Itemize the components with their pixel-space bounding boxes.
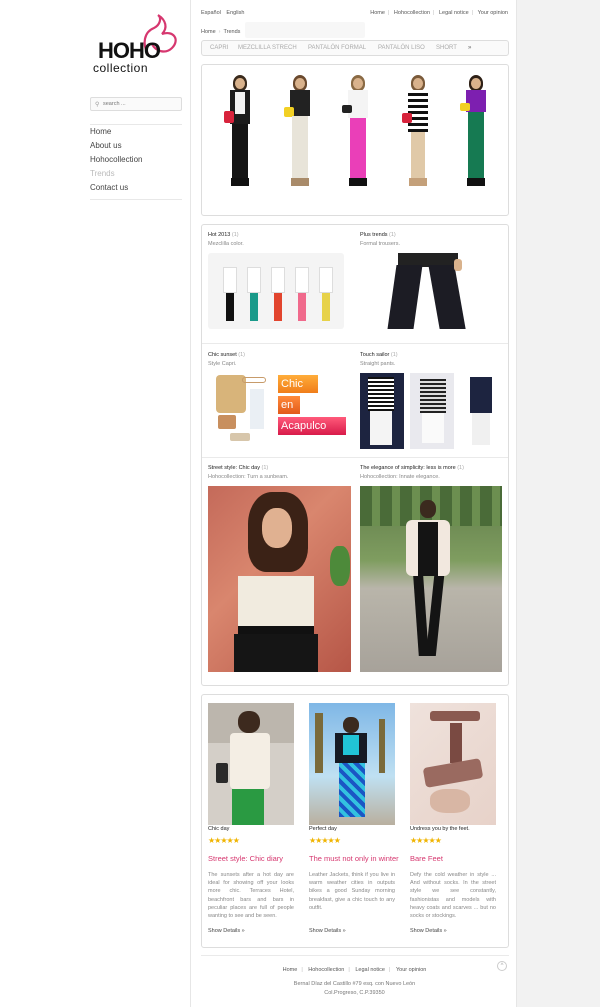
grid-item-image[interactable] bbox=[360, 373, 502, 449]
main-column: Español English Home | Hohocollection | Le… bbox=[190, 0, 517, 1007]
article-card-text: The sunsets after a hot day are ideal fo… bbox=[208, 872, 294, 920]
breadcrumb-home[interactable]: Home bbox=[201, 29, 216, 35]
breadcrumb-current: Trends bbox=[223, 29, 241, 35]
show-details-link[interactable]: Show Details » bbox=[410, 928, 447, 934]
article-card-image[interactable] bbox=[410, 703, 496, 825]
grid-item-image[interactable] bbox=[208, 253, 344, 329]
search-input[interactable] bbox=[103, 99, 179, 109]
grid-item-title[interactable]: Hot 2013 (1) bbox=[208, 232, 239, 238]
rating-stars-icon: ★★★★★ bbox=[208, 836, 240, 845]
language-switcher: Español English bbox=[201, 10, 248, 16]
model-figure bbox=[338, 75, 378, 190]
breadcrumb: Home › Trends bbox=[201, 29, 240, 35]
grid-item-title[interactable]: Touch sailor (1) bbox=[360, 352, 398, 358]
article-card-heading[interactable]: Street style: Chic diary bbox=[208, 854, 283, 863]
footer-links: Home | Hohocollection | Legal notice | Your… bbox=[191, 967, 518, 973]
article-card-image[interactable] bbox=[309, 703, 395, 825]
model-figure bbox=[220, 75, 260, 190]
footer-address: Col.Progreso, C.P.39350 bbox=[324, 990, 385, 996]
divider: | bbox=[348, 967, 350, 973]
grid-item-image[interactable]: Chic en Acapulco bbox=[208, 373, 350, 449]
grid-item-title[interactable]: Chic sunset (1) bbox=[208, 352, 245, 358]
grid-item-image[interactable] bbox=[208, 486, 351, 672]
sidebar-item-about[interactable]: About us bbox=[90, 139, 182, 153]
grid-item-subtitle: Straight pants. bbox=[360, 361, 396, 367]
top-links: Home | Hohocollection | Legal notice | Your… bbox=[367, 10, 508, 16]
breadcrumb-separator-icon: › bbox=[218, 29, 221, 35]
sidebar-item-trends[interactable]: Trends bbox=[90, 167, 182, 181]
promo-word: en bbox=[278, 396, 300, 414]
show-details-link[interactable]: Show Details » bbox=[309, 928, 346, 934]
tabs-more-icon[interactable]: » bbox=[468, 45, 471, 51]
footer-link-home[interactable]: Home bbox=[283, 967, 298, 973]
article-card-heading[interactable]: The must not only in winter bbox=[309, 854, 399, 863]
grid-item-subtitle: Style Capri. bbox=[208, 361, 237, 367]
footer-divider bbox=[201, 955, 509, 956]
lang-english[interactable]: English bbox=[226, 10, 244, 16]
footer-link-opinion[interactable]: Your opinion bbox=[396, 967, 426, 973]
top-link-legal[interactable]: Legal notice bbox=[439, 10, 469, 16]
tab-capri[interactable]: CAPRI bbox=[210, 45, 228, 51]
article-card-text: Defy the cold weather in style ... And w… bbox=[410, 872, 496, 920]
grid-item-title[interactable]: The elegance of simplicity: less is more… bbox=[360, 465, 464, 471]
article-card-image[interactable] bbox=[208, 703, 294, 825]
sidebar-divider bbox=[90, 199, 182, 200]
rating-stars-icon: ★★★★★ bbox=[309, 836, 341, 845]
brand-logo[interactable]: HOHO collection bbox=[92, 14, 184, 76]
category-tabs: CAPRI MEZCLILLA STRECH PANTALÓN FORMAL P… bbox=[201, 40, 509, 56]
article-card-text: Leather Jackets, think if you live in wa… bbox=[309, 872, 395, 911]
left-sidebar: HOHO collection ⚲ Home About us Hohocoll… bbox=[0, 0, 190, 1007]
logo-subtext: collection bbox=[93, 61, 149, 75]
footer-link-hohocollection[interactable]: Hohocollection bbox=[308, 967, 344, 973]
divider: | bbox=[471, 10, 474, 16]
tab-pantalon-formal[interactable]: PANTALÓN FORMAL bbox=[308, 45, 366, 51]
promo-word: Chic bbox=[278, 375, 318, 393]
rating-stars-icon: ★★★★★ bbox=[410, 836, 442, 845]
grid-item-title[interactable]: Street style: Chic day (1) bbox=[208, 465, 268, 471]
model-figure bbox=[280, 75, 320, 190]
lang-spanish[interactable]: Español bbox=[201, 10, 221, 16]
divider: | bbox=[389, 967, 391, 973]
divider bbox=[202, 343, 508, 344]
top-link-opinion[interactable]: Your opinion bbox=[478, 10, 508, 16]
sidebar-item-hohocollection[interactable]: Hohocollection bbox=[90, 153, 182, 167]
grid-item-subtitle: Formal trousers. bbox=[360, 241, 401, 247]
show-details-link[interactable]: Show Details » bbox=[208, 928, 245, 934]
article-card-title[interactable]: Perfect day bbox=[309, 826, 337, 832]
promo-word: Acapulco bbox=[278, 417, 346, 435]
grid-item-image[interactable] bbox=[360, 253, 502, 331]
top-link-hohocollection[interactable]: Hohocollection bbox=[394, 10, 430, 16]
divider: | bbox=[433, 10, 435, 16]
grid-item-subtitle: Mezclilla color. bbox=[208, 241, 244, 247]
model-figure bbox=[398, 75, 438, 190]
footer-address: Bernal Díaz del Castillo #79 esq. con Nu… bbox=[293, 981, 416, 987]
top-link-home[interactable]: Home bbox=[370, 10, 385, 16]
search-icon: ⚲ bbox=[95, 102, 100, 108]
sidebar-item-home[interactable]: Home bbox=[90, 125, 182, 139]
featured-articles: Chic day ★★★★★ Street style: Chic diary … bbox=[201, 694, 509, 948]
trends-grid: Hot 2013 (1) Mezclilla color. Plus trend… bbox=[201, 224, 509, 686]
divider: | bbox=[301, 967, 303, 973]
divider bbox=[202, 457, 508, 458]
sidebar-item-contact[interactable]: Contact us bbox=[90, 181, 182, 195]
sidebar-nav: Home About us Hohocollection Trends Cont… bbox=[90, 124, 182, 200]
grid-item-title[interactable]: Plus trends (1) bbox=[360, 232, 396, 238]
tab-mezclilla-strech[interactable]: MEZCLILLA STRECH bbox=[238, 45, 297, 51]
grid-item-image[interactable] bbox=[360, 486, 502, 672]
article-card-heading[interactable]: Bare Feet bbox=[410, 854, 443, 863]
article-card-title[interactable]: Undress you by the feet. bbox=[410, 826, 470, 832]
tab-short[interactable]: SHORT bbox=[436, 45, 457, 51]
search-box: ⚲ bbox=[90, 97, 182, 111]
grid-item-subtitle: Hohocollection: Innate elegance. bbox=[360, 474, 440, 480]
tab-pantalon-liso[interactable]: PANTALÓN LISO bbox=[378, 45, 425, 51]
tooltip-ghost bbox=[245, 22, 365, 38]
model-figure bbox=[456, 75, 496, 190]
hero-banner[interactable] bbox=[201, 64, 509, 216]
divider: | bbox=[387, 10, 390, 16]
grid-item-subtitle: Hohocollection: Turn a sunbeam. bbox=[208, 474, 289, 480]
article-card-title[interactable]: Chic day bbox=[208, 826, 229, 832]
footer-link-legal[interactable]: Legal notice bbox=[355, 967, 385, 973]
